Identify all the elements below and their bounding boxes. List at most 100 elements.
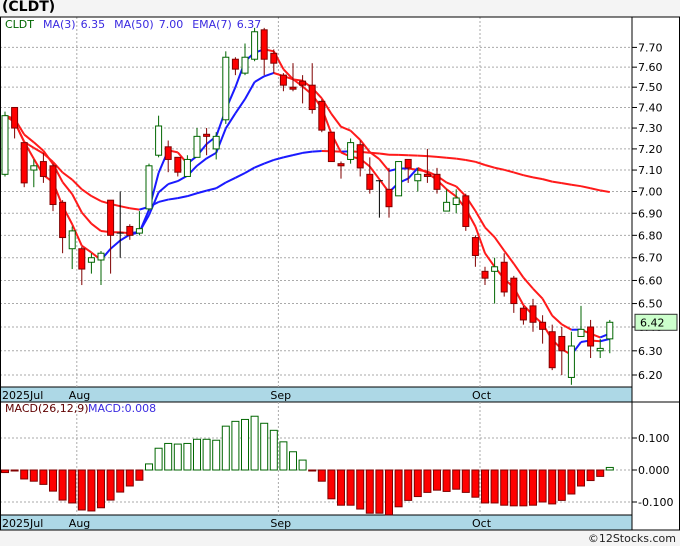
macd-bar-negative <box>308 469 317 472</box>
macd-bar-negative <box>596 469 605 477</box>
macd-bar-negative <box>481 469 489 504</box>
ma50-line-segment <box>436 155 447 159</box>
legend-ma3-label: MA(3) <box>43 18 76 31</box>
macd-tick-label: 0.000 <box>638 464 670 477</box>
candle-down <box>174 156 182 173</box>
price-tick-label: 6.70 <box>638 252 663 265</box>
price-tick-label: 7.30 <box>638 122 663 135</box>
price-tick-label: 6.90 <box>638 207 663 220</box>
price-tick-label: 7.50 <box>638 81 663 94</box>
ma50-line-segment <box>302 150 313 154</box>
candle-down <box>462 195 470 227</box>
candle-up <box>251 31 259 60</box>
macd-bar-positive <box>289 451 297 471</box>
price-tick-label: 6.50 <box>638 298 663 311</box>
macd-bar-negative <box>20 469 29 480</box>
macd-bar-negative <box>442 469 451 492</box>
candle-up <box>155 125 163 156</box>
candle-up <box>395 161 403 197</box>
price-tick-label: 6.20 <box>638 369 663 382</box>
macd-bar-negative <box>346 469 355 506</box>
ma50-line-segment <box>427 155 438 158</box>
macd-bar-negative <box>586 469 595 482</box>
macd-bar-positive <box>279 441 288 471</box>
candle-up <box>68 230 76 250</box>
macd-bar-positive <box>605 466 614 471</box>
legend-ticker: CLDT <box>5 18 34 31</box>
candle-down <box>11 106 19 129</box>
legend-ema7-label: EMA(7) <box>192 18 232 31</box>
macd-bar-negative <box>356 469 365 510</box>
macd-bar-negative <box>461 469 470 493</box>
candle-up <box>212 135 220 150</box>
macd-bar-negative <box>538 469 547 503</box>
candle-down <box>385 188 393 208</box>
candle-down <box>20 142 28 184</box>
macd-bar-negative <box>548 469 557 505</box>
macd-bar-negative <box>68 469 77 504</box>
candle-up <box>193 135 201 158</box>
macd-bar-positive <box>183 442 192 471</box>
macd-tick-label: 0.100 <box>638 432 670 445</box>
macd-bar-positive <box>212 439 221 471</box>
price-panel <box>0 17 632 387</box>
last-price-value: 6.42 <box>640 316 665 329</box>
macd-bar-negative <box>29 469 38 482</box>
candle-up <box>87 257 95 263</box>
candle-down <box>327 131 335 163</box>
date-label-bottom: Aug <box>69 517 90 530</box>
ma50-line-segment <box>446 156 457 160</box>
candle-up <box>567 345 575 378</box>
macd-bar-positive <box>173 443 182 471</box>
macd-bar-negative <box>58 469 67 501</box>
price-tick-label: 6.60 <box>638 274 663 287</box>
macd-legend-value: MACD:0.008 <box>88 402 156 415</box>
price-tick-label: 7.20 <box>638 143 663 156</box>
macd-bar-negative <box>500 469 509 506</box>
candle-down <box>471 237 479 256</box>
candle-down <box>539 321 547 330</box>
candle-up <box>491 266 499 272</box>
date-label-bottom: 2025Jul <box>2 517 43 530</box>
candle-down <box>203 133 211 137</box>
macd-bar-negative <box>327 469 336 500</box>
macd-bar-negative <box>106 469 115 501</box>
candle-up <box>414 173 422 182</box>
macd-bar-negative <box>135 469 144 481</box>
macd-bar-negative <box>49 469 57 492</box>
candle-up <box>241 56 249 74</box>
date-label: Aug <box>69 389 90 402</box>
macd-bar-positive <box>269 429 278 471</box>
legend-ema7-value: 6.37 <box>237 18 262 31</box>
date-label: 2025Jul <box>2 389 43 402</box>
macd-bar-positive <box>164 442 173 471</box>
macd-bar-negative <box>519 469 528 507</box>
candle-down <box>299 80 307 86</box>
candle-up <box>183 158 191 177</box>
date-label-bottom: Sep <box>270 517 291 530</box>
candle-down <box>289 86 297 90</box>
price-tick-label: 7.60 <box>638 61 663 74</box>
macd-bar-negative <box>509 469 518 507</box>
macd-bar-negative <box>365 469 374 514</box>
candle-up <box>97 252 105 261</box>
macd-bar-negative <box>10 469 19 472</box>
candle-down <box>164 146 172 160</box>
candle-up <box>577 328 585 337</box>
candle-down <box>78 248 86 270</box>
candle-down <box>587 326 595 347</box>
ma50-line-segment <box>571 183 582 188</box>
macd-bar-negative <box>452 469 461 490</box>
legend-ma50-label: MA(50) <box>114 18 154 31</box>
macd-legend-label: MACD(26,12,9) <box>5 402 89 415</box>
price-tick-label: 7.70 <box>638 41 663 54</box>
candle-down <box>510 277 518 305</box>
candle-up <box>145 165 153 210</box>
legend-ma50-value: 7.00 <box>159 18 184 31</box>
candle-down <box>231 58 239 70</box>
candle-down <box>49 165 57 206</box>
candle-down <box>318 100 326 131</box>
price-tick-label: 7.00 <box>638 186 663 199</box>
price-tick-label: 7.40 <box>638 101 663 114</box>
candle-down <box>270 52 278 64</box>
